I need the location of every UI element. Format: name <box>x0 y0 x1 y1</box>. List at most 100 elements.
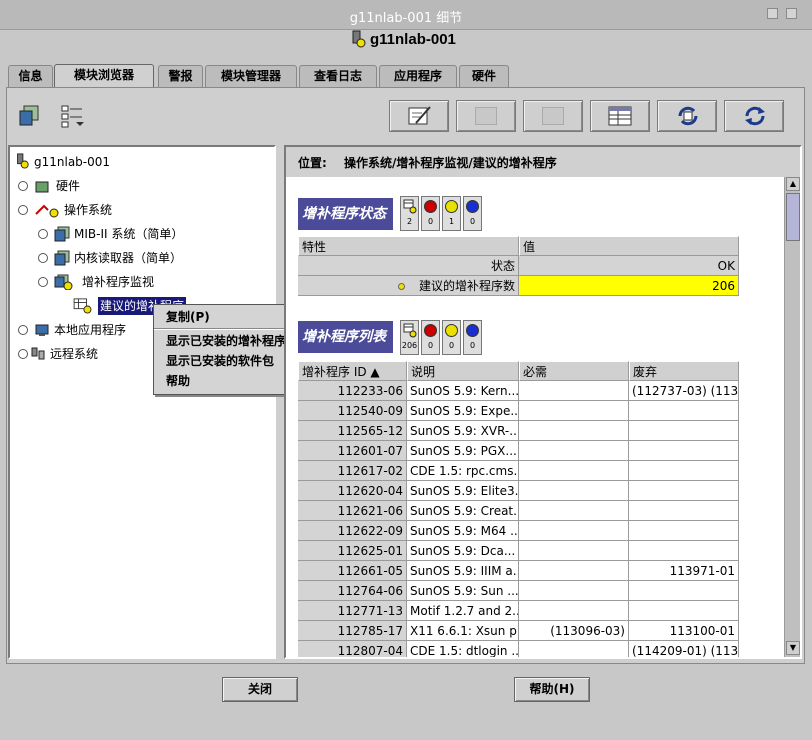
table-row[interactable]: 112661-05 <box>298 561 407 581</box>
expand-icon[interactable] <box>18 325 28 335</box>
table-row[interactable]: 112625-01 <box>298 541 407 561</box>
tab-module-browser[interactable]: 模块浏览器 <box>54 64 154 89</box>
critical-icon <box>424 200 437 213</box>
collapse-icon[interactable] <box>38 277 48 287</box>
minimize-icon[interactable] <box>767 8 778 19</box>
tree-root-label: g11nlab-001 <box>34 155 111 169</box>
table-cell: SunOS 5.9: XVR-... <box>407 421 519 441</box>
table-cell: SunOS 5.9: Elite3... <box>407 481 519 501</box>
table-cell: SunOS 5.9: Creat... <box>407 501 519 521</box>
table-row[interactable]: 112540-09 <box>298 401 407 421</box>
column-header-property[interactable]: 特性 <box>298 236 519 256</box>
table-cell <box>519 501 629 521</box>
table-row[interactable]: 112785-17 <box>298 621 407 641</box>
probe-button[interactable] <box>657 100 717 132</box>
topology-view-icon[interactable] <box>60 104 86 128</box>
table-row[interactable]: 112764-06 <box>298 581 407 601</box>
table-cell <box>519 401 629 421</box>
table-cell <box>629 501 739 521</box>
table-cell: SunOS 5.9: Sun ... <box>407 581 519 601</box>
warning-icon <box>397 283 405 290</box>
vertical-scrollbar[interactable]: ▲ ▼ <box>784 177 800 657</box>
list-badge-warning: 0 <box>442 320 461 355</box>
table-row[interactable]: 112771-13 <box>298 601 407 621</box>
host-icon <box>352 30 366 48</box>
module-icon <box>54 250 70 266</box>
applications-icon <box>35 324 49 336</box>
table-warning-icon <box>73 298 92 314</box>
tree-view-icon[interactable] <box>18 104 40 128</box>
expand-icon[interactable] <box>18 349 28 359</box>
tab-hardware[interactable]: 硬件 <box>459 65 509 88</box>
tab-view-log[interactable]: 查看日志 <box>299 65 377 88</box>
refresh-button[interactable] <box>724 100 784 132</box>
window-titlebar[interactable]: g11nlab-001 细节 <box>0 0 812 30</box>
table-cell <box>629 461 739 481</box>
expand-icon[interactable] <box>18 181 28 191</box>
edit-button[interactable] <box>389 100 449 132</box>
hardware-icon <box>35 181 49 193</box>
tab-alarms[interactable]: 警报 <box>158 65 203 88</box>
graph-button[interactable] <box>456 100 516 132</box>
expand-icon[interactable] <box>38 253 48 263</box>
table-row[interactable]: 112233-06 <box>298 381 407 401</box>
table-cell <box>519 561 629 581</box>
close-button[interactable]: 关闭 <box>222 677 298 702</box>
info-icon <box>466 200 479 213</box>
table-cell <box>519 481 629 501</box>
table-row[interactable]: 112621-06 <box>298 501 407 521</box>
tab-applications[interactable]: 应用程序 <box>379 65 457 88</box>
table-row[interactable]: 112601-07 <box>298 441 407 461</box>
table-cell <box>629 541 739 561</box>
table-cell: SunOS 5.9: Kern... <box>407 381 519 401</box>
scroll-up-icon[interactable]: ▲ <box>786 177 800 191</box>
table-row[interactable]: 112565-12 <box>298 421 407 441</box>
graph-disabled-icon <box>475 107 497 125</box>
table-cell <box>519 461 629 481</box>
table-cell <box>519 441 629 461</box>
window-title: g11nlab-001 细节 <box>349 11 463 26</box>
module-warning-icon <box>54 274 73 290</box>
probe-icon <box>678 106 698 126</box>
table-row[interactable]: 112620-04 <box>298 481 407 501</box>
column-header-required[interactable]: 必需 <box>519 361 629 381</box>
scroll-down-icon[interactable]: ▼ <box>786 641 800 655</box>
table-row[interactable]: 112617-02 <box>298 461 407 481</box>
host-title: g11nlab-001 <box>370 31 456 48</box>
table-button[interactable] <box>590 100 650 132</box>
table-cell: SunOS 5.9: IIIM a... <box>407 561 519 581</box>
collapse-icon[interactable] <box>18 205 28 215</box>
column-header-value[interactable]: 值 <box>519 236 739 256</box>
chart-disabled-icon <box>542 107 564 125</box>
table-cell <box>629 401 739 421</box>
table-cell: 113100-01 <box>629 621 739 641</box>
status-section-title: 增补程序状态 <box>298 198 393 230</box>
warning-icon <box>445 200 458 213</box>
table-cell: CDE 1.5: dtlogin ... <box>407 641 519 657</box>
table-cell: CDE 1.5: rpc.cms... <box>407 461 519 481</box>
status-badge-info: 0 <box>463 196 482 231</box>
table-cell <box>629 481 739 501</box>
column-header-patch-id[interactable]: 增补程序 ID ▲ <box>298 361 407 381</box>
column-header-obsoleted[interactable]: 废弃 <box>629 361 739 381</box>
help-button[interactable]: 帮助(H) <box>514 677 590 702</box>
tab-info[interactable]: 信息 <box>8 65 53 88</box>
table-row[interactable]: 112807-04 <box>298 641 407 657</box>
list-section-title: 增补程序列表 <box>298 321 393 353</box>
maximize-icon[interactable] <box>786 8 797 19</box>
table-cell: (112737-03) (113... <box>629 381 739 401</box>
module-icon <box>54 226 70 242</box>
table-row[interactable]: 112622-09 <box>298 521 407 541</box>
table-cell <box>519 421 629 441</box>
module-tree[interactable]: g11nlab-001 硬件 操作系统 MIB-II 系统（简单） 内核读取器（… <box>8 145 276 659</box>
table-icon <box>403 323 417 338</box>
scroll-thumb[interactable] <box>786 193 800 241</box>
tab-module-manager[interactable]: 模块管理器 <box>205 65 297 88</box>
table-cell: SunOS 5.9: M64 ... <box>407 521 519 541</box>
column-header-description[interactable]: 说明 <box>407 361 519 381</box>
chart-button[interactable] <box>523 100 583 132</box>
table-cell: Motif 1.2.7 and 2... <box>407 601 519 621</box>
expand-icon[interactable] <box>38 229 48 239</box>
host-icon <box>17 153 29 169</box>
remote-systems-icon <box>31 347 45 360</box>
